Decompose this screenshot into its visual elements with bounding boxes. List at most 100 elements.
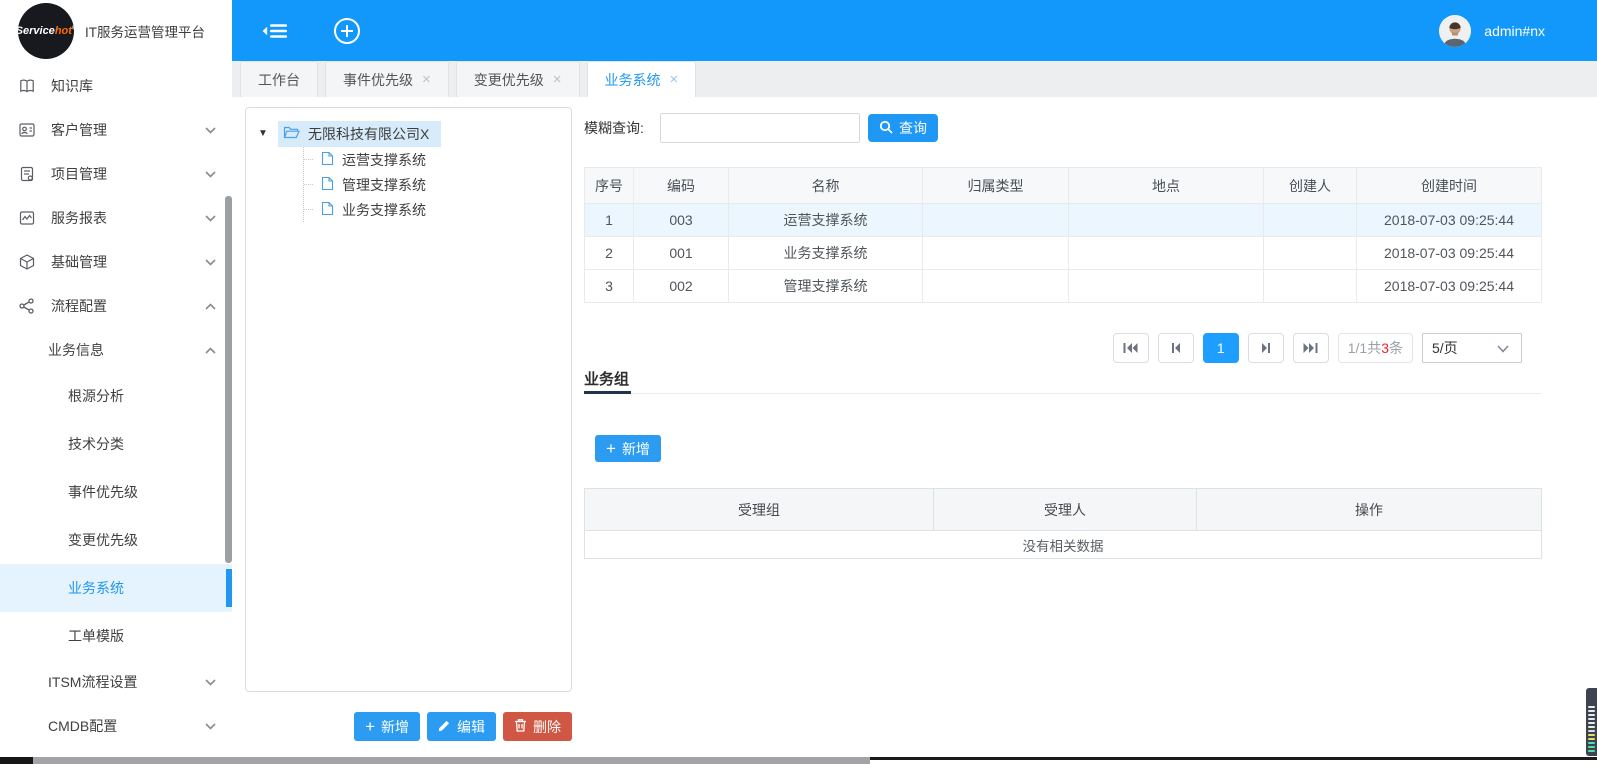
column-header: 受理组 [585,489,934,531]
sidebar-item-label: 服务报表 [51,208,107,228]
search-button[interactable]: 查询 [868,114,938,142]
cube-icon [18,253,38,271]
tree-node-business-system[interactable]: 业务支撑系统 [304,197,563,222]
close-icon[interactable]: × [553,72,562,87]
sidebar-item-label: 技术分类 [68,434,124,454]
column-header: 编码 [634,168,729,204]
table-row[interactable]: 1 003 运营支撑系统 2018-07-03 09:25:44 [585,204,1542,237]
sidebar-item-process-config[interactable]: 流程配置 [0,284,232,328]
sidebar-item-label: 业务系统 [68,578,124,598]
horizontal-scrollbar[interactable] [33,757,870,764]
close-icon[interactable]: × [422,72,431,87]
column-header: 名称 [729,168,923,204]
folder-open-icon [283,125,300,143]
tree-caret-icon[interactable]: ▼ [258,128,278,139]
tab-business-system[interactable]: 业务系统 × [587,61,697,97]
table-cell: 001 [634,237,729,270]
avatar[interactable] [1439,15,1471,47]
tree-node-operations-system[interactable]: 运营支撑系统 [304,147,563,172]
sidebar-item-business-system[interactable]: 业务系统 [0,564,232,612]
sidebar-item-root-cause[interactable]: 根源分析 [0,372,232,420]
sidebar-item-base-mgmt[interactable]: 基础管理 [0,240,232,284]
table-cell: 003 [634,204,729,237]
table-cell: 3 [585,270,634,303]
column-header: 创建时间 [1357,168,1542,204]
sidebar-item-incident-priority[interactable]: 事件优先级 [0,468,232,516]
tree-node-label: 管理支撑系统 [342,175,426,195]
sidebar-item-change-priority[interactable]: 变更优先级 [0,516,232,564]
chevron-down-icon [205,723,216,730]
sidebar-item-project-mgmt[interactable]: 项目管理 [0,152,232,196]
tree-actions: + 新增 编辑 删除 [245,712,572,741]
sidebar-scrollbar[interactable] [225,196,232,563]
sidebar-item-tech-category[interactable]: 技术分类 [0,420,232,468]
empty-row: 没有相关数据 [585,531,1542,559]
pagination: 1 1/1共3条 5/页 [584,333,1522,363]
prev-page-button[interactable] [1158,333,1194,363]
tab-change-priority[interactable]: 变更优先级 × [456,61,580,97]
sidebar-item-label: 流程配置 [51,296,107,316]
table-row[interactable]: 3 002 管理支撑系统 2018-07-03 09:25:44 [585,270,1542,303]
table-cell: 管理支撑系统 [729,270,923,303]
sidebar-item-label: 项目管理 [51,164,107,184]
sidebar-item-label: CMDB配置 [48,716,117,736]
sidebar-item-cmdb-config[interactable]: CMDB配置 [0,704,232,748]
tab-label: 事件优先级 [343,70,413,90]
sidebar-item-label: 工单模版 [68,626,124,646]
collapse-menu-icon[interactable] [262,21,288,41]
app-window: Servicehot® IT服务运营管理平台 知识库 客户管理 项目管理 服务报… [0,0,1597,764]
column-header: 操作 [1197,489,1542,531]
button-label: 查询 [899,118,927,138]
tab-incident-priority[interactable]: 事件优先级 × [325,61,449,97]
column-header: 归属类型 [923,168,1069,204]
sidebar: Servicehot® IT服务运营管理平台 知识库 客户管理 项目管理 服务报… [0,0,232,764]
table-header-row: 序号 编码 名称 归属类型 地点 创建人 创建时间 [585,168,1542,204]
button-label: 新增 [381,717,409,737]
sidebar-item-label: 基础管理 [51,252,107,272]
org-tree-panel: ▼ 无限科技有限公司X 运营支撑系统 管理支撑系统 [245,107,572,692]
add-tab-icon[interactable] [333,17,361,45]
table-cell: 2018-07-03 09:25:44 [1357,204,1542,237]
page-size-select[interactable]: 5/页 [1422,333,1522,363]
table-cell: 2018-07-03 09:25:44 [1357,270,1542,303]
sidebar-item-label: 变更优先级 [68,530,138,550]
brand: Servicehot® IT服务运营管理平台 [0,0,232,62]
sidebar-item-itsm-process[interactable]: ITSM流程设置 [0,660,232,704]
tab-workbench[interactable]: 工作台 [240,61,318,97]
close-icon[interactable]: × [670,72,679,87]
tree-delete-button[interactable]: 删除 [503,712,572,741]
scrollbar-corner [0,757,33,764]
sidebar-item-label: 知识库 [51,76,93,96]
next-page-button[interactable] [1248,333,1284,363]
button-label: 编辑 [457,717,485,737]
group-section-title: 业务组 [584,368,631,394]
chevron-down-icon [205,127,216,134]
tree-root-node[interactable]: 无限科技有限公司X [278,121,441,147]
tree-node-management-system[interactable]: 管理支撑系统 [304,172,563,197]
group-add-button[interactable]: + 新增 [595,435,661,462]
tree-edit-button[interactable]: 编辑 [427,712,496,741]
empty-state-text: 没有相关数据 [585,531,1542,559]
last-page-button[interactable] [1293,333,1329,363]
sidebar-item-ticket-template[interactable]: 工单模版 [0,612,232,660]
tree-add-button[interactable]: + 新增 [354,712,420,741]
search-row: 模糊查询: 查询 [584,113,938,143]
fuzzy-search-input[interactable] [660,113,860,143]
sidebar-item-service-reports[interactable]: 服务报表 [0,196,232,240]
table-cell [1264,237,1357,270]
table-row[interactable]: 2 001 业务支撑系统 2018-07-03 09:25:44 [585,237,1542,270]
first-page-button[interactable] [1113,333,1149,363]
tabbar: 工作台 事件优先级 × 变更优先级 × 业务系统 × [232,61,1597,97]
user-menu: admin#nx [1439,15,1545,47]
sidebar-item-knowledge-base[interactable]: 知识库 [0,64,232,108]
plus-icon: + [606,440,616,457]
chevron-down-icon [205,679,216,686]
page-number-button[interactable]: 1 [1203,333,1239,363]
sidebar-item-business-info[interactable]: 业务信息 [0,328,232,372]
pagination-summary: 1/1共3条 [1338,333,1413,363]
chevron-down-icon [1497,340,1509,356]
chevron-up-icon [205,303,216,310]
pencil-icon [438,719,451,735]
file-icon [321,176,334,194]
sidebar-item-customer-mgmt[interactable]: 客户管理 [0,108,232,152]
